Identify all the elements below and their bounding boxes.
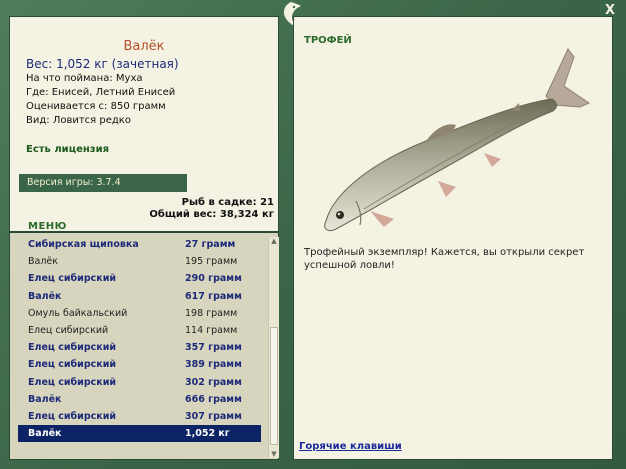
valued-info: Оценивается с: 850 грамм [26, 101, 166, 112]
catch-fish-name: Валёк [28, 290, 62, 302]
catch-fish-weight: 114 грамм [185, 324, 238, 336]
catch-fish-weight: 389 грамм [185, 359, 242, 371]
fish-weight: Вес: 1,052 кг (зачетная) [26, 57, 179, 71]
catch-fish-name: Елец сибирский [28, 342, 117, 354]
list-item[interactable]: Валёк 666 грамм [18, 391, 261, 408]
bait-info: На что поймана: Муха [26, 73, 143, 84]
catch-fish-weight: 666 грамм [185, 393, 242, 405]
catch-fish-name: Валёк [28, 256, 58, 268]
catch-fish-name: Елец сибирский [28, 359, 117, 371]
catch-fish-weight: 27 грамм [185, 239, 236, 250]
catch-fish-name: Сибирская щиповка [28, 239, 139, 250]
fish-info-panel: Валёк Вес: 1,052 кг (зачетная) На что по… [9, 16, 279, 232]
catch-fish-weight: 290 грамм [185, 273, 242, 285]
catch-fish-name: Елец сибирский [28, 410, 117, 422]
license-status: Есть лицензия [26, 144, 110, 155]
catch-list-panel: Сибирская щиповка 27 грамм Валёк 195 грамм Е… [9, 232, 279, 460]
list-item[interactable]: Елец сибирский 389 грамм [18, 356, 261, 373]
fish-name: Валёк [123, 39, 165, 54]
scroll-thumb[interactable] [270, 327, 278, 445]
list-item[interactable]: Валёк 1,052 кг [18, 425, 261, 443]
catch-fish-weight: 195 грамм [185, 256, 238, 268]
catch-fish-name: Елец сибирский [28, 273, 117, 285]
scroll-up-icon[interactable]: ▲ [269, 237, 279, 245]
list-item[interactable]: Валёк 195 грамм [18, 253, 261, 270]
catch-fish-weight: 357 грамм [185, 342, 242, 354]
list-item[interactable]: Елец сибирский 114 грамм [18, 322, 261, 339]
menu-button[interactable]: МЕНЮ [28, 221, 67, 232]
total-weight: Общий вес: 38,324 кг [149, 209, 274, 220]
catch-fish-name: Валёк [28, 393, 62, 405]
catch-fish-weight: 198 грамм [185, 307, 238, 319]
rarity-info: Вид: Ловится редко [26, 115, 131, 126]
catch-fish-name: Омуль байкальский [28, 307, 128, 319]
fish-image [324, 48, 591, 232]
catch-list-scrollbar[interactable]: ▲ ▼ [268, 237, 279, 458]
catch-list: Сибирская щиповка 27 грамм Валёк 195 грамм Е… [18, 236, 261, 443]
trophy-description: Трофейный экземпляр! Кажется, вы открыли… [304, 247, 585, 271]
catch-fish-weight: 617 грамм [185, 290, 242, 302]
game-version: Версия игры: 3.7.4 [19, 174, 187, 192]
trophy-panel: ТРОФЕЙ Трофейный экземпляр! Кажется, вы … [293, 16, 613, 460]
scroll-down-icon[interactable]: ▼ [269, 450, 279, 458]
fish-count: Рыб в садке: 21 [181, 197, 274, 208]
list-item[interactable]: Омуль байкальский 198 грамм [18, 305, 261, 322]
catch-fish-weight: 307 грамм [185, 410, 242, 422]
game-window: X Валёк Вес: 1,052 кг (зачетная) На что … [0, 0, 626, 469]
catch-fish-name: Елец сибирский [28, 376, 117, 388]
location-info: Где: Енисей, Летний Енисей [26, 87, 176, 98]
hotkeys-link[interactable]: Горячие клавиши [299, 441, 402, 452]
list-item[interactable]: Елец сибирский 302 грамм [18, 374, 261, 391]
catch-fish-weight: 1,052 кг [185, 428, 230, 440]
list-item[interactable]: Елец сибирский 307 грамм [18, 408, 261, 425]
list-item[interactable]: Сибирская щиповка 27 грамм [18, 236, 261, 253]
list-item[interactable]: Елец сибирский 290 грамм [18, 270, 261, 287]
list-item[interactable]: Валёк 617 грамм [18, 288, 261, 305]
catch-fish-name: Валёк [28, 428, 62, 440]
catch-fish-name: Елец сибирский [28, 324, 109, 336]
catch-fish-weight: 302 грамм [185, 376, 242, 388]
list-item[interactable]: Елец сибирский 357 грамм [18, 339, 261, 356]
